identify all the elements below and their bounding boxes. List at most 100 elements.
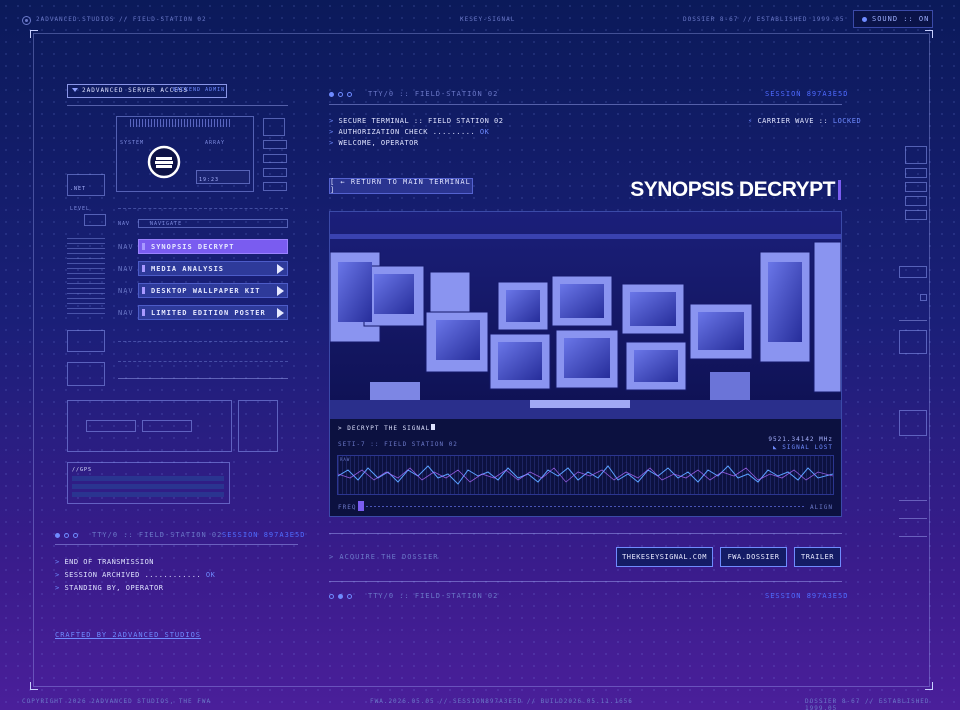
mini-box xyxy=(263,140,287,149)
divider xyxy=(67,105,288,106)
play-arrow-icon xyxy=(277,264,284,274)
signal-scope: > DECRYPT THE SIGNAL SETI-7 :: FIELD STA… xyxy=(330,419,841,516)
nav-item-label: DESKTOP WALLPAPER KIT xyxy=(151,286,261,295)
terminal-line: > WELCOME, OPERATOR xyxy=(329,139,419,147)
mini-box xyxy=(905,168,927,178)
navigate-short-label: NAV xyxy=(118,221,131,227)
nav-item-label: LIMITED EDITION POSTER xyxy=(151,308,266,317)
play-arrow-icon xyxy=(277,286,284,296)
frame-corner xyxy=(925,682,933,690)
top-bar-left-text: 2ADVANCED.STUDIOS // FIELD-STATION 02 xyxy=(36,16,207,23)
gps-rows xyxy=(72,476,224,498)
sound-label: SOUND :: ON xyxy=(872,15,930,23)
terminal-head-text: TTY/0 :: FIELD-STATION 02 xyxy=(368,90,499,98)
status-dot-icon xyxy=(329,91,334,97)
media-panel: > DECRYPT THE SIGNAL SETI-7 :: FIELD STA… xyxy=(329,211,842,517)
thekeseysignal-link-button[interactable]: THEKESEYSIGNAL.COM xyxy=(616,547,713,567)
mini-box xyxy=(86,420,136,432)
terminal-line: > STANDING BY, OPERATOR xyxy=(55,584,164,592)
status-dot-icon xyxy=(64,532,69,538)
terminal-left-head: TTY/0 :: FIELD-STATION 02 xyxy=(55,531,222,539)
divider xyxy=(55,544,298,545)
carrier-wave-status: ⚡ CARRIER WAVE :: LOCKED xyxy=(748,117,862,125)
mini-box xyxy=(920,294,927,301)
nav-synopsis-decrypt[interactable]: SYNOPSIS DECRYPT xyxy=(138,239,288,254)
frame-corner xyxy=(30,682,38,690)
freq-label: FREQ xyxy=(338,504,357,511)
terminal-head-text: TTY/0 :: FIELD-STATION 02 xyxy=(92,531,223,539)
core-logo-icon xyxy=(147,145,181,183)
footer-center-text: FWA.2026.05.05 // SESSION897A3E5D // BUI… xyxy=(370,698,633,705)
top-bar-right-text: DOSSIER 8-67 // ESTABLISHED 1999.05 xyxy=(683,16,845,23)
frame-corner xyxy=(925,30,933,38)
frequency-slider-handle[interactable] xyxy=(358,501,364,511)
mini-box xyxy=(905,210,927,220)
nav-media-analysis[interactable]: MEDIA ANALYSIS xyxy=(138,261,288,276)
code-listing xyxy=(67,238,105,318)
terminal-line: > SESSION ARCHIVED ............ OK xyxy=(55,571,216,579)
mini-box xyxy=(899,330,927,354)
align-label: ALIGN xyxy=(809,504,833,511)
equalizer-bars xyxy=(130,119,230,127)
trailer-button[interactable]: TRAILER xyxy=(794,547,841,567)
mini-box xyxy=(263,154,287,163)
mini-box xyxy=(263,168,287,177)
nav-item-label: MEDIA ANALYSIS xyxy=(151,264,225,273)
mini-box xyxy=(263,118,285,136)
frequency-readout: 9521.34142 MHz xyxy=(768,436,833,443)
play-arrow-icon xyxy=(277,308,284,318)
divider xyxy=(118,378,288,379)
terminal-line: > SECURE TERMINAL :: FIELD STATION 02 xyxy=(329,117,504,125)
mini-box xyxy=(67,330,105,352)
return-to-terminal-button[interactable]: [ ← RETURN TO MAIN TERMINAL ] xyxy=(329,178,473,194)
nav-label: NAV xyxy=(118,309,134,317)
backend-label: BACKEND ADMIN xyxy=(173,87,226,93)
mini-box xyxy=(263,182,287,191)
nav-item-label: SYNOPSIS DECRYPT xyxy=(151,242,235,251)
nav-desktop-wallpaper-kit[interactable]: DESKTOP WALLPAPER KIT xyxy=(138,283,288,298)
divider xyxy=(329,581,842,582)
session-id: SESSION 897A3E5D xyxy=(222,531,306,539)
page-title: SYNOPSIS DECRYPT xyxy=(630,178,835,201)
divider xyxy=(899,320,927,321)
status-dot-icon xyxy=(329,593,334,599)
side-schematic xyxy=(238,400,278,452)
nav-label: NAV xyxy=(118,287,134,295)
nav-limited-edition-poster[interactable]: LIMITED EDITION POSTER xyxy=(138,305,288,320)
footer-right-text: DOSSIER 8-67 // ESTABLISHED 1999.05 xyxy=(805,698,930,710)
seti-label: SETI-7 :: FIELD STATION 02 xyxy=(338,441,458,448)
mini-box xyxy=(899,266,927,278)
divider xyxy=(899,500,927,501)
frame-corner xyxy=(30,30,38,38)
ghost-row xyxy=(118,333,288,342)
sound-toggle[interactable]: SOUND :: ON xyxy=(853,10,933,28)
crafted-by-link[interactable]: CRAFTED BY 2ADVANCED STUDIOS xyxy=(55,631,201,639)
array-label: ARRAY xyxy=(205,140,226,146)
time-label: 19:23 xyxy=(199,177,220,183)
frequency-track[interactable] xyxy=(366,506,806,507)
status-dot-icon xyxy=(338,91,343,97)
decrypt-label: > DECRYPT THE SIGNAL xyxy=(338,424,436,432)
divider xyxy=(899,536,927,537)
nav-label: NAV xyxy=(118,243,134,251)
level-label: LEVEL xyxy=(70,206,91,212)
status-dot-icon xyxy=(347,593,352,599)
status-dot-icon xyxy=(338,593,343,599)
terminal-top-head: TTY/0 :: FIELD-STATION 02 xyxy=(329,90,498,98)
chevron-down-icon xyxy=(72,88,78,92)
waveform-display: RAW xyxy=(337,455,834,495)
title-caret xyxy=(838,180,841,200)
fwa-dossier-button[interactable]: FWA.DOSSIER xyxy=(720,547,787,567)
gps-label: //GPS xyxy=(72,467,93,473)
terminal-line: > AUTHORIZATION CHECK ......... OK xyxy=(329,128,490,136)
terminal-bottom-head: TTY/0 :: FIELD-STATION 02 xyxy=(329,592,498,600)
mini-box xyxy=(905,182,927,192)
mini-box xyxy=(905,146,927,164)
signal-status: ◣ SIGNAL LOST xyxy=(773,444,833,451)
divider xyxy=(329,104,842,105)
level-box xyxy=(84,214,106,226)
session-id: SESSION 897A3E5D xyxy=(765,90,849,98)
status-ok: OK xyxy=(479,128,490,136)
divider xyxy=(329,533,842,534)
studio-logo-icon xyxy=(22,16,31,27)
